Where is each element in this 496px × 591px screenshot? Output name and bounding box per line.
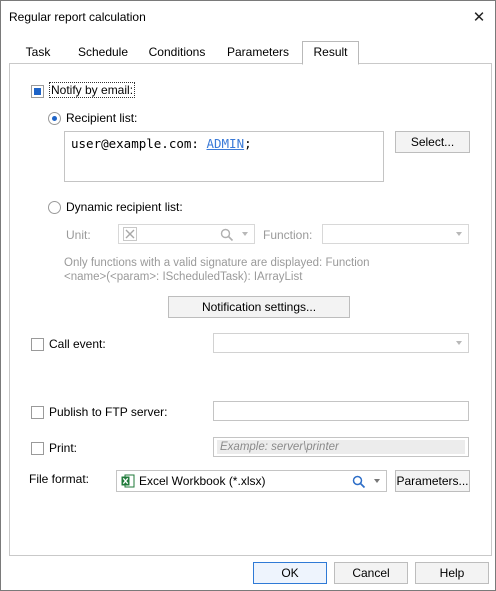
call-event-select[interactable] — [213, 333, 469, 353]
help-button[interactable]: Help — [415, 562, 489, 584]
file-format-search-icon[interactable] — [352, 475, 366, 489]
print-checkbox[interactable] — [31, 442, 44, 455]
file-format-dropdown-icon[interactable] — [374, 479, 380, 483]
file-format-label: File format: — [29, 472, 90, 486]
call-event-dropdown-icon — [456, 341, 462, 345]
ok-button[interactable]: OK — [253, 562, 327, 584]
dialog-window: Regular report calculation ✕ Task Schedu… — [0, 0, 496, 591]
file-format-value: Excel Workbook (*.xlsx) — [139, 474, 266, 488]
file-format-parameters-button[interactable]: Parameters... — [395, 470, 470, 492]
cancel-button[interactable]: Cancel — [334, 562, 408, 584]
window-title: Regular report calculation — [9, 10, 146, 24]
unit-dropdown-icon — [242, 232, 248, 236]
recipient-list-label: Recipient list: — [66, 111, 138, 125]
function-hint-line1: Only functions with a valid signature ar… — [64, 257, 370, 269]
file-format-select[interactable]: Excel Workbook (*.xlsx) — [116, 470, 387, 492]
recipient-list-radio[interactable] — [48, 112, 61, 125]
notification-settings-button[interactable]: Notification settings... — [168, 296, 350, 318]
function-select[interactable] — [322, 224, 469, 244]
unit-select[interactable] — [118, 224, 255, 244]
ftp-label: Publish to FTP server: — [49, 405, 168, 419]
function-hint-line2: <name>(<param>: IScheduledTask): IArrayL… — [64, 271, 303, 283]
result-panel: Notify by email: Recipient list: user@ex… — [9, 63, 492, 556]
recipient-list-input[interactable]: user@example.com: ADMIN; — [64, 131, 384, 182]
ftp-server-input[interactable] — [213, 401, 469, 421]
call-event-checkbox[interactable] — [31, 338, 44, 351]
close-icon[interactable]: ✕ — [469, 7, 489, 27]
unit-search-icon — [220, 228, 234, 242]
tab-parameters[interactable]: Parameters — [221, 42, 295, 64]
recipient-name-link[interactable]: ADMIN — [206, 136, 244, 151]
call-event-label: Call event: — [49, 337, 106, 351]
print-label: Print: — [49, 441, 78, 455]
recipient-separator: ; — [244, 136, 252, 151]
ftp-checkbox[interactable] — [31, 406, 44, 419]
function-dropdown-icon — [456, 232, 462, 236]
tab-task[interactable]: Task — [17, 42, 59, 64]
printer-input[interactable]: Example: server\printer — [213, 437, 469, 457]
dynamic-recipient-list-radio[interactable] — [48, 201, 61, 214]
select-recipients-button[interactable]: Select... — [395, 131, 470, 153]
function-label: Function: — [263, 228, 313, 242]
recipient-email: user@example.com: — [71, 136, 199, 151]
notify-email-label: Notify by email: — [49, 82, 136, 98]
tab-schedule[interactable]: Schedule — [71, 42, 135, 64]
tab-result[interactable]: Result — [302, 41, 359, 65]
unit-label: Unit: — [66, 228, 91, 242]
printer-placeholder: Example: server\printer — [217, 440, 465, 454]
title-bar: Regular report calculation ✕ — [1, 1, 495, 33]
tab-conditions[interactable]: Conditions — [145, 42, 209, 64]
notify-email-checkbox[interactable] — [31, 85, 44, 98]
excel-icon — [121, 474, 135, 488]
dynamic-recipient-list-label: Dynamic recipient list: — [66, 200, 183, 214]
unit-clear-icon — [123, 227, 137, 241]
